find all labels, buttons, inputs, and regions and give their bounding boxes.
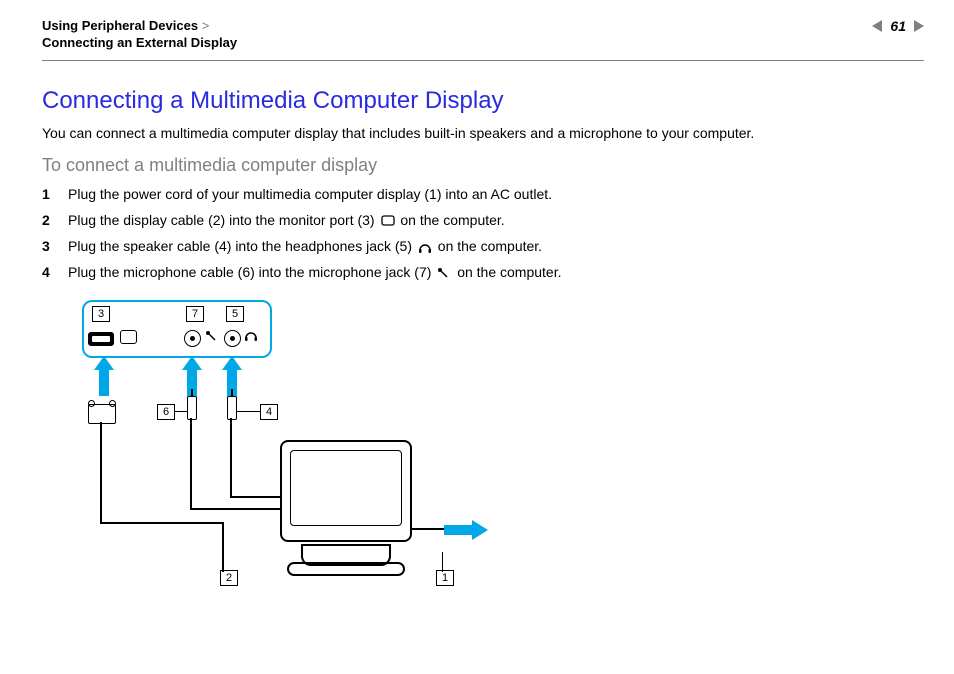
callout-line — [442, 552, 443, 572]
step-list: 1 Plug the power cord of your multimedia … — [42, 186, 924, 280]
step-number: 4 — [42, 264, 56, 280]
next-page-arrow-icon[interactable] — [914, 20, 924, 32]
step-item: 1 Plug the power cord of your multimedia … — [42, 186, 924, 202]
mic-cable-wire — [190, 508, 280, 510]
breadcrumb-top: Using Peripheral Devices — [42, 18, 198, 33]
speaker-cable-wire — [230, 418, 232, 496]
page-header: Using Peripheral Devices > Connecting an… — [0, 0, 954, 60]
step-text: Plug the display cable (2) into the moni… — [68, 212, 505, 228]
power-cord-wire — [410, 528, 444, 530]
step-item: 2 Plug the display cable (2) into the mon… — [42, 212, 924, 228]
page-nav: 61 — [872, 18, 924, 34]
callout-7: 7 — [186, 306, 204, 322]
callout-2: 2 — [220, 570, 238, 586]
page-number: 61 — [890, 18, 906, 34]
monitor-port-icon — [120, 330, 137, 344]
content: Connecting a Multimedia Computer Display… — [0, 61, 954, 590]
mic-cable-plug-icon — [187, 396, 197, 420]
speaker-cable-wire — [230, 496, 285, 498]
step-item: 4 Plug the microphone cable (6) into the … — [42, 264, 924, 280]
mic-cable-wire — [190, 418, 192, 508]
headphones-jack-icon — [224, 330, 241, 347]
callout-4: 4 — [260, 404, 278, 420]
arrow-to-port-3-icon — [94, 356, 114, 396]
microphone-icon — [437, 267, 451, 279]
page-title: Connecting a Multimedia Computer Display — [42, 87, 924, 115]
step-text: Plug the microphone cable (6) into the m… — [68, 264, 562, 280]
step-number: 1 — [42, 186, 56, 202]
callout-6: 6 — [157, 404, 175, 420]
step-item: 3 Plug the speaker cable (4) into the hea… — [42, 238, 924, 254]
callout-1: 1 — [436, 570, 454, 586]
multimedia-display-icon — [280, 440, 412, 566]
microphone-jack-icon — [184, 330, 201, 347]
prev-page-arrow-icon[interactable] — [872, 20, 882, 32]
page: Using Peripheral Devices > Connecting an… — [0, 0, 954, 674]
intro-text: You can connect a multimedia computer di… — [42, 125, 924, 141]
monitor-icon — [381, 215, 395, 227]
callout-line — [236, 411, 260, 412]
breadcrumb: Using Peripheral Devices > Connecting an… — [42, 18, 237, 50]
step-number: 2 — [42, 212, 56, 228]
breadcrumb-separator: > — [202, 18, 210, 33]
section-subtitle: To connect a multimedia computer display — [42, 155, 924, 176]
vga-cable-plug-icon — [88, 404, 116, 424]
step-number: 3 — [42, 238, 56, 254]
display-cable-wire — [100, 522, 222, 524]
breadcrumb-sub: Connecting an External Display — [42, 35, 237, 50]
step-text: Plug the speaker cable (4) into the head… — [68, 238, 542, 254]
headphones-glyph-icon — [244, 329, 258, 346]
headphones-icon — [418, 241, 432, 253]
power-cord-arrow-icon — [444, 520, 490, 540]
speaker-cable-plug-icon — [227, 396, 237, 420]
microphone-glyph-icon — [205, 330, 217, 345]
display-cable-wire — [100, 422, 102, 522]
callout-line — [223, 552, 224, 572]
callout-3: 3 — [92, 306, 110, 322]
vga-port-icon — [88, 332, 114, 346]
step-text: Plug the power cord of your multimedia c… — [68, 186, 552, 202]
callout-5: 5 — [226, 306, 244, 322]
connection-diagram: 3 7 5 6 4 2 1 — [82, 300, 542, 590]
callout-line — [174, 411, 188, 412]
